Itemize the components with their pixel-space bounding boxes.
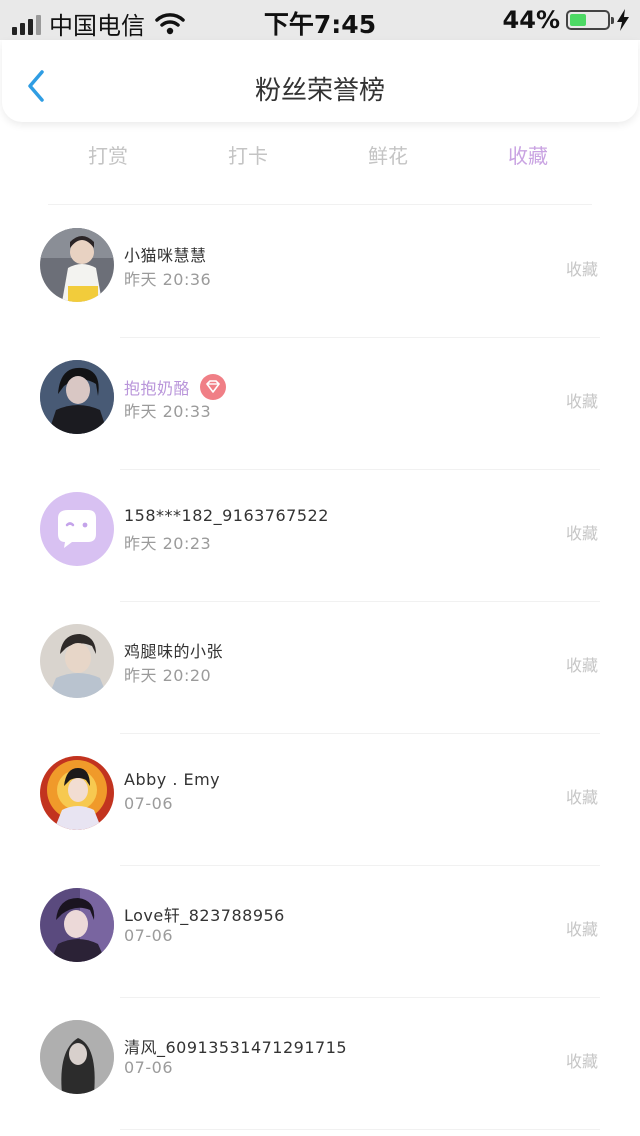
name-line: 158***182_9163767522 [124, 506, 329, 525]
fan-name: 抱抱奶酪 [124, 379, 191, 398]
fan-time: 昨天 20:33 [124, 402, 212, 421]
row-divider [120, 1129, 600, 1130]
name-line: 鸡腿味的小张 [124, 638, 223, 662]
avatar-image [40, 624, 114, 698]
avatar-image [40, 888, 114, 962]
favorite-action[interactable]: 收藏 [566, 388, 598, 412]
fan-time: 昨天 20:20 [124, 666, 212, 685]
avatar-image [40, 756, 114, 830]
avatar[interactable] [40, 888, 114, 962]
status-bar: 中国电信 下午7:45 44% [0, 0, 640, 40]
tab-flowers[interactable]: 鲜花 [328, 140, 448, 169]
favorite-action[interactable]: 收藏 [566, 520, 598, 544]
name-line: Abby . Emy [124, 770, 220, 789]
battery-icon [566, 10, 614, 30]
favorite-action[interactable]: 收藏 [566, 1048, 598, 1072]
avatar[interactable] [40, 1020, 114, 1094]
avatar-image [40, 228, 114, 302]
name-line: Love轩_823788956 [124, 902, 285, 926]
list-item[interactable]: 清风_60913531471291715 07-06 收藏 [0, 998, 640, 1130]
fan-time: 07-06 [124, 794, 173, 813]
tab-favorites[interactable]: 收藏 [468, 140, 588, 169]
avatar[interactable] [40, 228, 114, 302]
avatar[interactable] [40, 492, 114, 566]
tab-checkin[interactable]: 打卡 [188, 140, 308, 169]
battery-percent: 44% [502, 6, 560, 34]
fan-time: 07-06 [124, 1058, 173, 1077]
fan-time: 昨天 20:36 [124, 270, 212, 289]
charging-icon [617, 9, 629, 31]
list-item[interactable]: 158***182_9163767522 昨天 20:23 收藏 [0, 470, 640, 602]
name-line: 抱抱奶酪 [124, 374, 227, 400]
fan-name: 清风_60913531471291715 [124, 1038, 348, 1057]
tab-reward[interactable]: 打赏 [48, 140, 168, 169]
list-item[interactable]: 小猫咪慧慧 昨天 20:36 收藏 [0, 206, 640, 338]
avatar[interactable] [40, 360, 114, 434]
name-line: 小猫咪慧慧 [124, 242, 207, 266]
list-item[interactable]: Love轩_823788956 07-06 收藏 [0, 866, 640, 998]
nav-bar: 粉丝荣誉榜 [2, 40, 638, 122]
favorite-action[interactable]: 收藏 [566, 652, 598, 676]
fan-name: 158***182_9163767522 [124, 506, 329, 525]
fan-time: 07-06 [124, 926, 173, 945]
avatar-image [40, 1020, 114, 1094]
diamond-badge-icon [200, 374, 227, 400]
fans-list: 小猫咪慧慧 昨天 20:36 收藏 抱抱奶酪 昨天 20:33 收藏 158**… [0, 206, 640, 1130]
tab-divider [48, 204, 592, 205]
avatar[interactable] [40, 624, 114, 698]
list-item[interactable]: 抱抱奶酪 昨天 20:33 收藏 [0, 338, 640, 470]
fan-time: 昨天 20:23 [124, 534, 212, 553]
favorite-action[interactable]: 收藏 [566, 784, 598, 808]
fan-name: 小猫咪慧慧 [124, 246, 207, 265]
list-item[interactable]: 鸡腿味的小张 昨天 20:20 收藏 [0, 602, 640, 734]
fan-name: Love轩_823788956 [124, 906, 285, 925]
battery-fill [570, 14, 586, 26]
favorite-action[interactable]: 收藏 [566, 916, 598, 940]
fan-name: 鸡腿味的小张 [124, 642, 224, 661]
status-right: 44% [503, 6, 630, 34]
avatar[interactable] [40, 756, 114, 830]
favorite-action[interactable]: 收藏 [566, 256, 598, 280]
tab-bar: 打赏 打卡 鲜花 收藏 [0, 140, 640, 170]
avatar-image [40, 360, 114, 434]
name-line: 清风_60913531471291715 [124, 1034, 347, 1058]
list-item[interactable]: Abby . Emy 07-06 收藏 [0, 734, 640, 866]
page-title: 粉丝荣誉榜 [254, 76, 385, 106]
fan-name: Abby . Emy [124, 770, 221, 789]
default-avatar-icon [40, 492, 114, 566]
